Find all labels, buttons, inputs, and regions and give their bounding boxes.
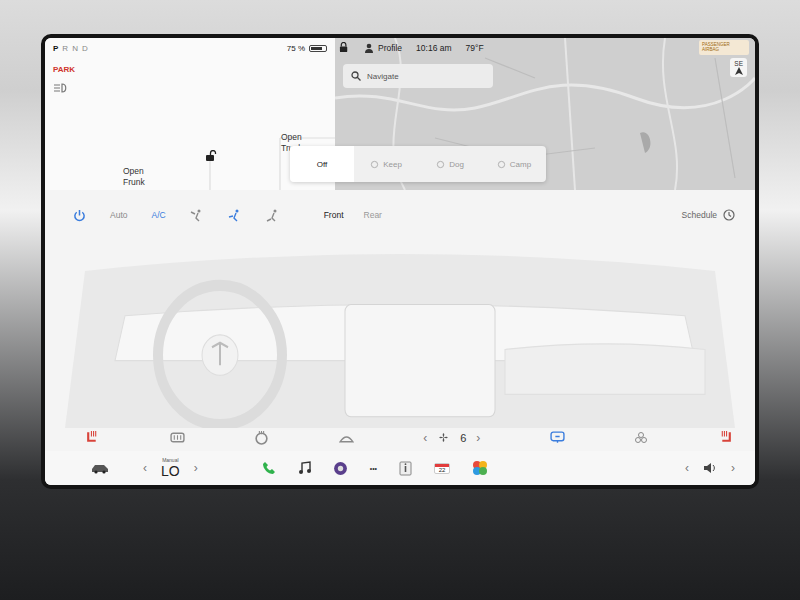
gear: P [53, 44, 59, 53]
touchscreen: PRND75 %PARKOpen FrunkOpen Trunk Profile… [41, 34, 759, 489]
mode-icon [497, 160, 506, 169]
steering-heater-icon[interactable] [254, 430, 269, 445]
person-icon [364, 43, 374, 53]
calendar-button[interactable]: 22 [434, 463, 450, 474]
schedule-button[interactable]: Schedule [682, 210, 717, 220]
airflow-icon[interactable] [190, 208, 204, 222]
recirculate-icon[interactable] [550, 431, 565, 444]
battery-icon [309, 45, 327, 52]
search-icon [351, 71, 361, 81]
seat-heater-right-icon[interactable] [718, 430, 733, 445]
compass-button[interactable]: SE [730, 58, 747, 77]
fan-icon [437, 431, 450, 444]
park-indicator: PARK [53, 65, 327, 74]
mode-icon [436, 160, 445, 169]
arcade-icon[interactable] [472, 460, 488, 476]
volume-control: ‹› [685, 461, 735, 475]
car-icon[interactable] [91, 463, 109, 474]
taskbar: ‹ManualLO›•••22‹› [45, 451, 755, 485]
gear-selector: PRND [53, 44, 89, 53]
climate-panel: Auto A/C Front Rear Schedule ‹6› [45, 190, 755, 451]
zone-tab[interactable]: Front [324, 210, 344, 220]
fan-up-button[interactable]: › [476, 431, 480, 445]
fan-down-button[interactable]: ‹ [423, 431, 427, 445]
climate-mode[interactable]: Off [290, 146, 354, 182]
profile-button[interactable]: Profile [364, 43, 402, 53]
climate-mode[interactable]: Dog [418, 146, 482, 182]
more-apps-button[interactable]: ••• [370, 465, 377, 472]
temp-up-button[interactable]: › [194, 461, 198, 475]
arrow-icon [735, 67, 743, 75]
cabin-illustration [45, 226, 755, 428]
passenger-airbag-badge: PASSENGER AIRBAG [699, 40, 749, 55]
temp-down-button[interactable]: ‹ [143, 461, 147, 475]
seat-heater-left-icon[interactable] [85, 430, 100, 445]
photo-frame: PRND75 %PARKOpen FrunkOpen Trunk Profile… [0, 0, 800, 600]
rear-defrost-icon[interactable] [170, 431, 185, 444]
headlight-icon[interactable] [53, 82, 69, 94]
status-bar: Profile 10:16 am 79°F [339, 42, 484, 53]
airflow-icon[interactable] [228, 208, 242, 222]
front-defrost-icon[interactable] [339, 431, 354, 444]
open-frunk-button[interactable]: Open Frunk [123, 166, 159, 188]
ac-button[interactable]: A/C [152, 210, 166, 220]
lock-icon[interactable] [205, 150, 217, 162]
power-icon[interactable] [73, 209, 86, 222]
phone-icon[interactable] [262, 461, 276, 475]
zone-tab[interactable]: Rear [364, 210, 382, 220]
outside-temperature: 79°F [466, 43, 484, 53]
volume-down-button[interactable]: ‹ [685, 461, 689, 475]
biohazard-icon[interactable] [634, 431, 648, 445]
top-section: PRND75 %PARKOpen FrunkOpen Trunk Profile… [45, 38, 755, 190]
lock-icon[interactable] [339, 42, 350, 53]
climate-mode-selector: OffKeepDogCamp [290, 146, 546, 182]
clock-icon[interactable] [723, 209, 735, 221]
climate-mode[interactable]: Camp [482, 146, 546, 182]
music-icon[interactable] [298, 461, 311, 475]
clock: 10:16 am [416, 43, 451, 53]
gear: R [62, 44, 69, 53]
navigate-field[interactable]: Navigate [343, 64, 493, 88]
gear: N [72, 44, 79, 53]
owner-manual-icon[interactable] [399, 461, 412, 476]
gear: D [82, 44, 89, 53]
fan-speed: ‹6› [423, 431, 480, 445]
camera-icon[interactable] [333, 461, 348, 476]
airflow-icon[interactable] [266, 208, 280, 222]
speaker-icon[interactable] [703, 462, 717, 474]
auto-button[interactable]: Auto [110, 210, 128, 220]
mode-icon [370, 160, 379, 169]
climate-mode[interactable]: Keep [354, 146, 418, 182]
temperature-control: ‹ManualLO› [143, 457, 198, 479]
volume-up-button[interactable]: › [731, 461, 735, 475]
battery: 75 % [287, 44, 327, 53]
